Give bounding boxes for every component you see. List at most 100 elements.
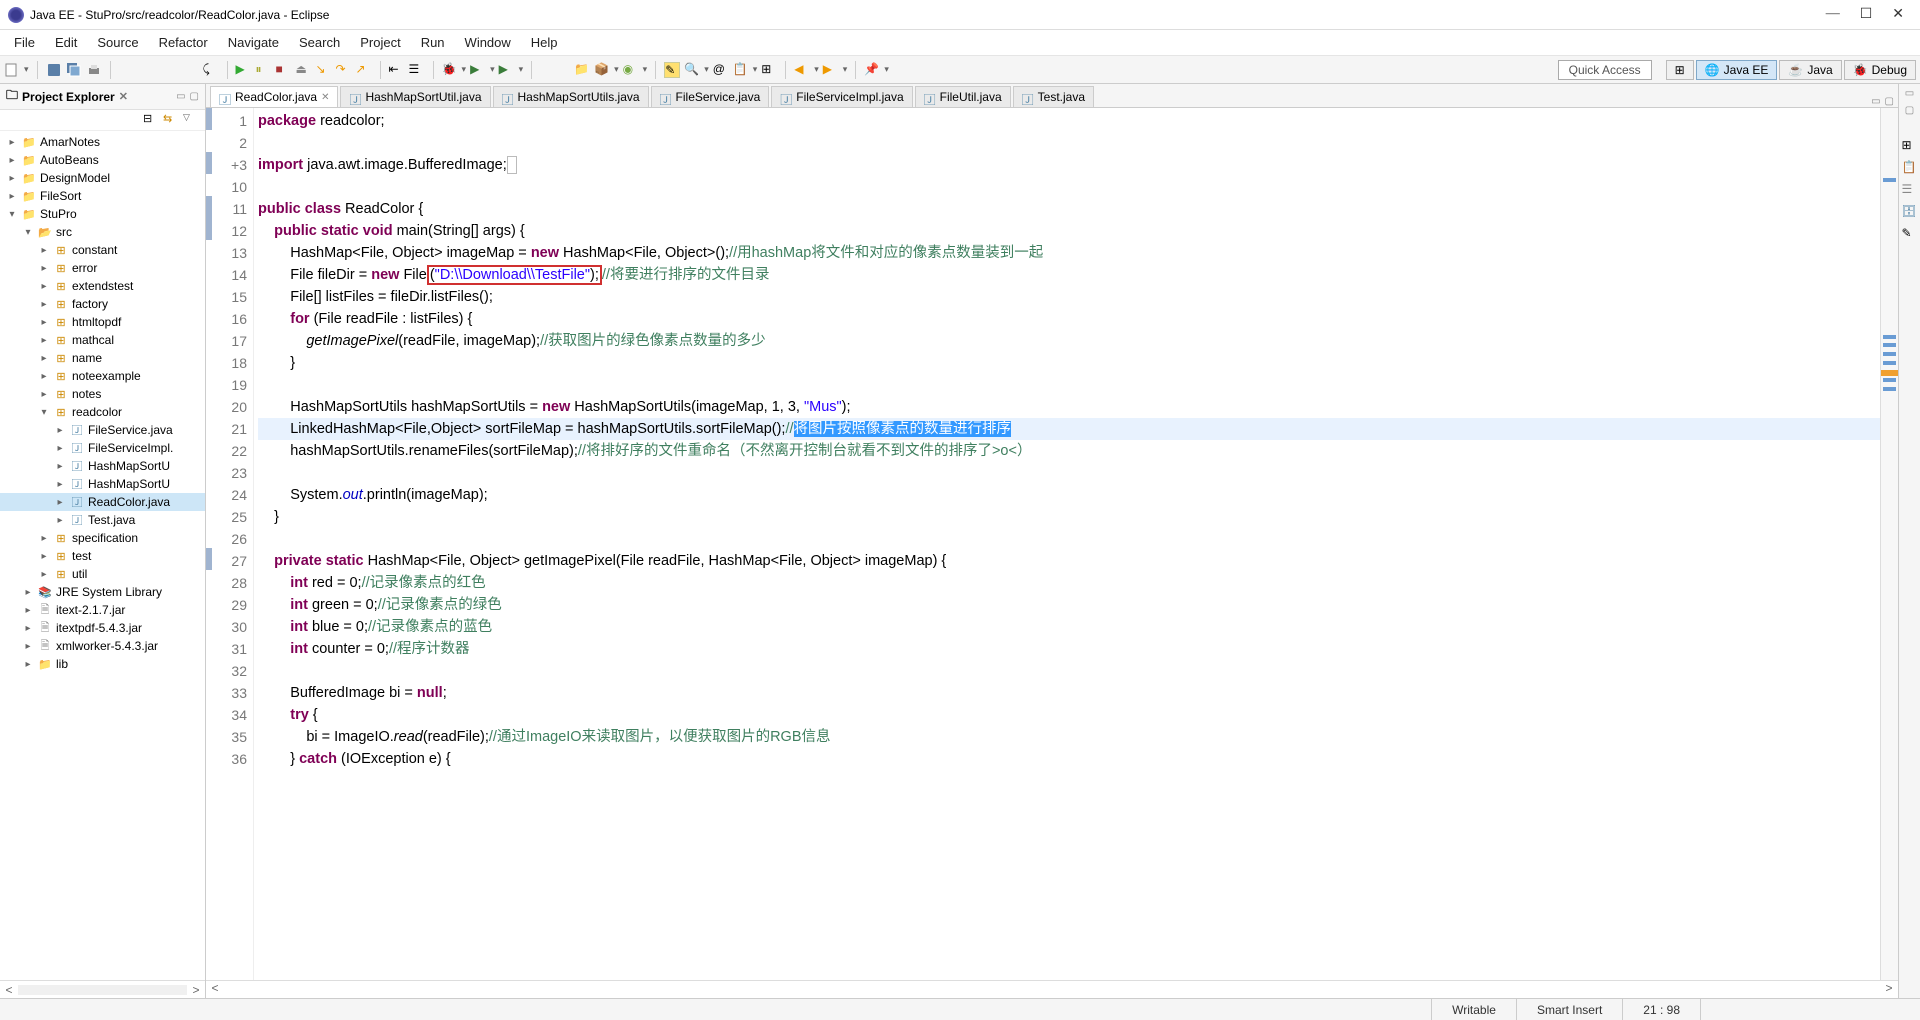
code-line[interactable] bbox=[258, 374, 1880, 396]
project-tree[interactable]: ▸📁AmarNotes▸📁AutoBeans▸📁DesignModel▸📁Fil… bbox=[0, 131, 205, 980]
quick-access-input[interactable]: Quick Access bbox=[1558, 60, 1652, 80]
new-icon[interactable] bbox=[4, 62, 20, 78]
editor-maximize-icon[interactable]: ▢ bbox=[1885, 96, 1894, 107]
tree-item[interactable]: ▾⊞readcolor bbox=[0, 403, 205, 421]
tree-item[interactable]: ▸⊞noteexample bbox=[0, 367, 205, 385]
menu-help[interactable]: Help bbox=[521, 31, 568, 54]
code-line[interactable]: hashMapSortUtils.renameFiles(sortFileMap… bbox=[258, 440, 1880, 462]
nav-forward-icon[interactable]: ▶ bbox=[823, 62, 839, 78]
code-line[interactable] bbox=[258, 528, 1880, 550]
code-line[interactable]: for (File readFile : listFiles) { bbox=[258, 308, 1880, 330]
use-step-filters-icon[interactable]: ☰ bbox=[409, 62, 425, 78]
menu-navigate[interactable]: Navigate bbox=[218, 31, 289, 54]
tree-item[interactable]: ▸⊞util bbox=[0, 565, 205, 583]
tree-item[interactable]: ▸⊞constant bbox=[0, 241, 205, 259]
code-line[interactable]: System.out.println(imageMap); bbox=[258, 484, 1880, 506]
code-line[interactable]: } catch (IOException e) { bbox=[258, 748, 1880, 770]
tree-toggle-icon[interactable]: ▸ bbox=[54, 515, 66, 526]
code-line[interactable]: int blue = 0;//记录像素点的蓝色 bbox=[258, 616, 1880, 638]
tree-item[interactable]: ▸📚JRE System Library bbox=[0, 583, 205, 601]
view-minimize-icon[interactable]: ▭ bbox=[176, 91, 185, 102]
code-line[interactable] bbox=[258, 132, 1880, 154]
tree-item[interactable]: ▸⊞extendstest bbox=[0, 277, 205, 295]
tree-item[interactable]: ▸⊞mathcal bbox=[0, 331, 205, 349]
code-line[interactable]: BufferedImage bi = null; bbox=[258, 682, 1880, 704]
code-line[interactable]: try { bbox=[258, 704, 1880, 726]
drop-frame-icon[interactable]: ⇤ bbox=[389, 62, 405, 78]
tree-item[interactable]: ▸🗎xmlworker-5.4.3.jar bbox=[0, 637, 205, 655]
tree-item[interactable]: ▾📁StuPro bbox=[0, 205, 205, 223]
tree-item[interactable]: ▸🄹HashMapSortU bbox=[0, 457, 205, 475]
code-line[interactable]: File[] listFiles = fileDir.listFiles(); bbox=[258, 286, 1880, 308]
collapse-all-icon[interactable]: ⊟ bbox=[143, 112, 159, 128]
editor-tab[interactable]: 🄹HashMapSortUtils.java bbox=[493, 86, 649, 107]
tree-toggle-icon[interactable]: ▸ bbox=[54, 497, 66, 508]
maximize-view-icon[interactable]: ▢ bbox=[1905, 105, 1914, 116]
new-server-icon[interactable]: 📁 bbox=[574, 62, 590, 78]
tree-toggle-icon[interactable]: ▸ bbox=[6, 173, 18, 184]
suspend-icon[interactable]: ⏸ bbox=[256, 62, 272, 78]
tree-item[interactable]: ▸🄹HashMapSortU bbox=[0, 475, 205, 493]
tree-toggle-icon[interactable]: ▸ bbox=[6, 191, 18, 202]
code-line[interactable] bbox=[258, 176, 1880, 198]
run-last-icon[interactable]: ▶ bbox=[499, 62, 515, 78]
open-perspective-button[interactable]: ⊞ bbox=[1666, 60, 1694, 80]
minimize-button[interactable]: — bbox=[1826, 6, 1840, 23]
editor-tab[interactable]: 🄹HashMapSortUtil.java bbox=[340, 86, 490, 107]
code-line[interactable]: getImagePixel(readFile, imageMap);//获取图片… bbox=[258, 330, 1880, 352]
tree-item[interactable]: ▾📂src bbox=[0, 223, 205, 241]
resume-icon[interactable]: ▶ bbox=[236, 62, 252, 78]
code-line[interactable]: public class ReadColor { bbox=[258, 198, 1880, 220]
new-package-icon[interactable]: 📦 bbox=[594, 62, 610, 78]
terminate-icon[interactable]: ■ bbox=[276, 62, 292, 78]
tree-item[interactable]: ▸⊞htmltopdf bbox=[0, 313, 205, 331]
tree-toggle-icon[interactable]: ▸ bbox=[38, 245, 50, 256]
menu-edit[interactable]: Edit bbox=[45, 31, 87, 54]
menu-project[interactable]: Project bbox=[350, 31, 410, 54]
code-line[interactable]: private static HashMap<File, Object> get… bbox=[258, 550, 1880, 572]
code-line[interactable]: File fileDir = new File("D:\\Download\\T… bbox=[258, 264, 1880, 286]
save-icon[interactable] bbox=[46, 62, 62, 78]
tree-toggle-icon[interactable]: ▸ bbox=[38, 317, 50, 328]
tree-item[interactable]: ▸⊞name bbox=[0, 349, 205, 367]
tree-toggle-icon[interactable]: ▸ bbox=[38, 353, 50, 364]
step-over-icon[interactable]: ↷ bbox=[336, 62, 352, 78]
tree-toggle-icon[interactable]: ▸ bbox=[38, 569, 50, 580]
scroll-right-icon[interactable]: > bbox=[187, 983, 205, 997]
view-maximize-icon[interactable]: ▢ bbox=[190, 91, 199, 102]
overview-ruler[interactable] bbox=[1880, 108, 1898, 980]
menu-window[interactable]: Window bbox=[455, 31, 521, 54]
tree-toggle-icon[interactable]: ▸ bbox=[54, 479, 66, 490]
view-menu-icon[interactable]: ▽ bbox=[183, 112, 199, 128]
code-line[interactable]: bi = ImageIO.read(readFile);//通过ImageIO来… bbox=[258, 726, 1880, 748]
code-line[interactable]: HashMap<File, Object> imageMap = new Has… bbox=[258, 242, 1880, 264]
tree-toggle-icon[interactable]: ▸ bbox=[38, 263, 50, 274]
code-line[interactable]: } bbox=[258, 352, 1880, 374]
link-editor-icon[interactable]: ⇆ bbox=[163, 112, 179, 128]
editor-tab[interactable]: 🄹ReadColor.java✕ bbox=[210, 86, 338, 107]
disconnect-icon[interactable]: ⏏ bbox=[296, 62, 312, 78]
snippets-icon[interactable]: ✎ bbox=[1902, 226, 1918, 242]
maximize-button[interactable]: ☐ bbox=[1860, 6, 1873, 23]
tree-item[interactable]: ▸📁FileSort bbox=[0, 187, 205, 205]
code-line[interactable]: package readcolor; bbox=[258, 110, 1880, 132]
menu-refactor[interactable]: Refactor bbox=[149, 31, 218, 54]
tree-toggle-icon[interactable]: ▸ bbox=[38, 533, 50, 544]
menu-run[interactable]: Run bbox=[411, 31, 455, 54]
tree-toggle-icon[interactable]: ▸ bbox=[38, 299, 50, 310]
code-line[interactable] bbox=[258, 462, 1880, 484]
code-line[interactable]: int counter = 0;//程序计数器 bbox=[258, 638, 1880, 660]
step-return-icon[interactable]: ↗ bbox=[356, 62, 372, 78]
tree-toggle-icon[interactable]: ▸ bbox=[38, 281, 50, 292]
code-line[interactable]: int green = 0;//记录像素点的绿色 bbox=[258, 594, 1880, 616]
editor-tab[interactable]: 🄹FileService.java bbox=[651, 86, 770, 107]
toggle-icon[interactable]: ⊞ bbox=[761, 62, 777, 78]
minimize-view-icon[interactable]: ▭ bbox=[1905, 88, 1914, 99]
code-line[interactable]: import java.awt.image.BufferedImage; bbox=[258, 154, 1880, 176]
tree-toggle-icon[interactable]: ▾ bbox=[38, 407, 50, 418]
task-icon[interactable]: 📋 bbox=[733, 62, 749, 78]
tree-item[interactable]: ▸⊞test bbox=[0, 547, 205, 565]
tree-item[interactable]: ▸🗎itextpdf-5.4.3.jar bbox=[0, 619, 205, 637]
tree-item[interactable]: ▸🗎itext-2.1.7.jar bbox=[0, 601, 205, 619]
debug-skip-icon[interactable]: ⤹ bbox=[203, 62, 219, 78]
